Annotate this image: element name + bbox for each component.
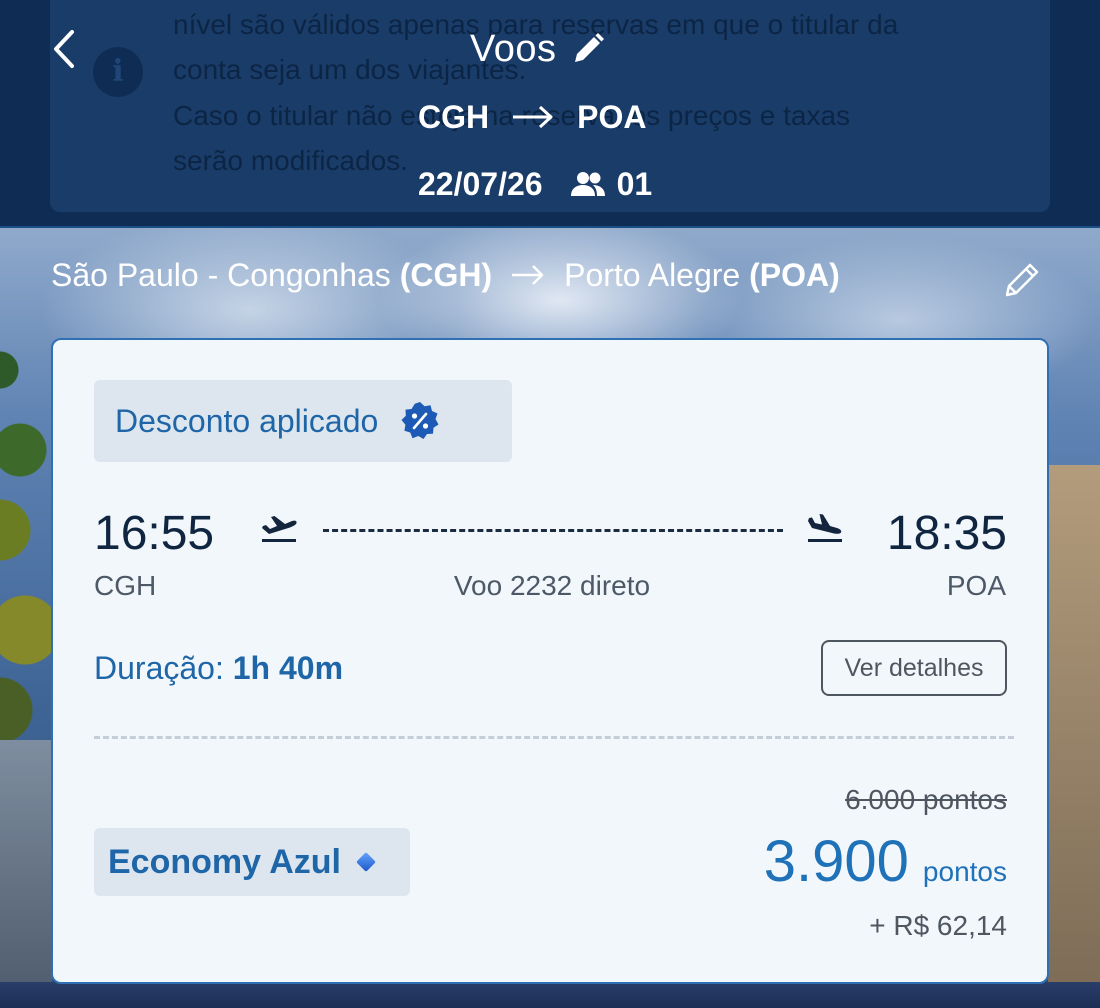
card-divider [94,736,1014,739]
route-destination-code: (POA) [749,256,840,293]
header: i nível são válidos apenas para reservas… [0,0,1100,228]
edit-route-button[interactable] [998,256,1046,304]
chevron-left-icon [54,30,74,68]
discounted-price: 3.900 pontos [764,828,1007,894]
route-origin-city: São Paulo - Congonhas [51,256,391,293]
info-icon: i [93,47,143,97]
duration-value: 1h 40m [232,650,344,686]
people-icon [570,172,605,196]
airplane-takeoff-icon [262,516,297,542]
diamond-icon [356,852,376,872]
discount-label: Desconto aplicado [115,402,379,439]
flight-number: Voo 2232 direto [453,570,651,601]
edit-search-button[interactable] [571,32,605,66]
flight-route-line [323,529,783,532]
title-row: Voos [470,24,605,74]
route-origin-code: (CGH) [399,256,493,293]
back-button[interactable] [40,25,88,73]
date-passenger-row: 22/07/26 01 [418,162,652,206]
route-destination: POA [577,98,647,135]
duration: Duração: 1h 40m [94,650,343,687]
arrival-code: POA [946,570,1006,601]
arrow-right-icon [513,105,553,129]
route-origin: CGH [418,98,490,135]
arrival-time: 18:35 [886,507,1007,560]
duration-label: Duração: [94,650,224,686]
background-bottom-strip [0,982,1100,1008]
behind-notice-line: serão modificados. [173,145,409,176]
details-button[interactable]: Ver detalhes [821,640,1007,696]
flight-card[interactable]: Desconto aplicado 16:55 18:35 CGH Voo 22… [51,338,1049,984]
background-building-left [0,740,52,1008]
fare-class-badge: Economy Azul [94,828,410,896]
passenger-count-value: 01 [616,165,653,202]
route-destination-city: Porto Alegre [564,256,741,293]
background-building-right [1048,465,1100,1008]
arrow-right-icon [510,263,546,287]
passenger-count: 01 [569,165,653,203]
price-value: 3.900 [763,829,909,894]
route-summary: CGH POA [418,94,646,140]
departure-time: 16:55 [94,507,215,560]
pencil-outline-icon [1005,263,1039,297]
discount-badge: Desconto aplicado [94,380,512,462]
price-tax: + R$ 62,14 [869,910,1007,941]
route-title: São Paulo - Congonhas (CGH) Porto Alegre… [51,250,1051,300]
flight-date: 22/07/26 [418,165,543,202]
page-title: Voos [470,27,557,70]
original-price: 6.000 pontos [845,784,1007,815]
pencil-icon [574,33,604,62]
airplane-landing-icon [808,514,842,542]
price-unit: pontos [922,856,1007,887]
fare-class-label: Economy Azul [108,842,341,881]
discount-badge-icon [401,402,439,439]
